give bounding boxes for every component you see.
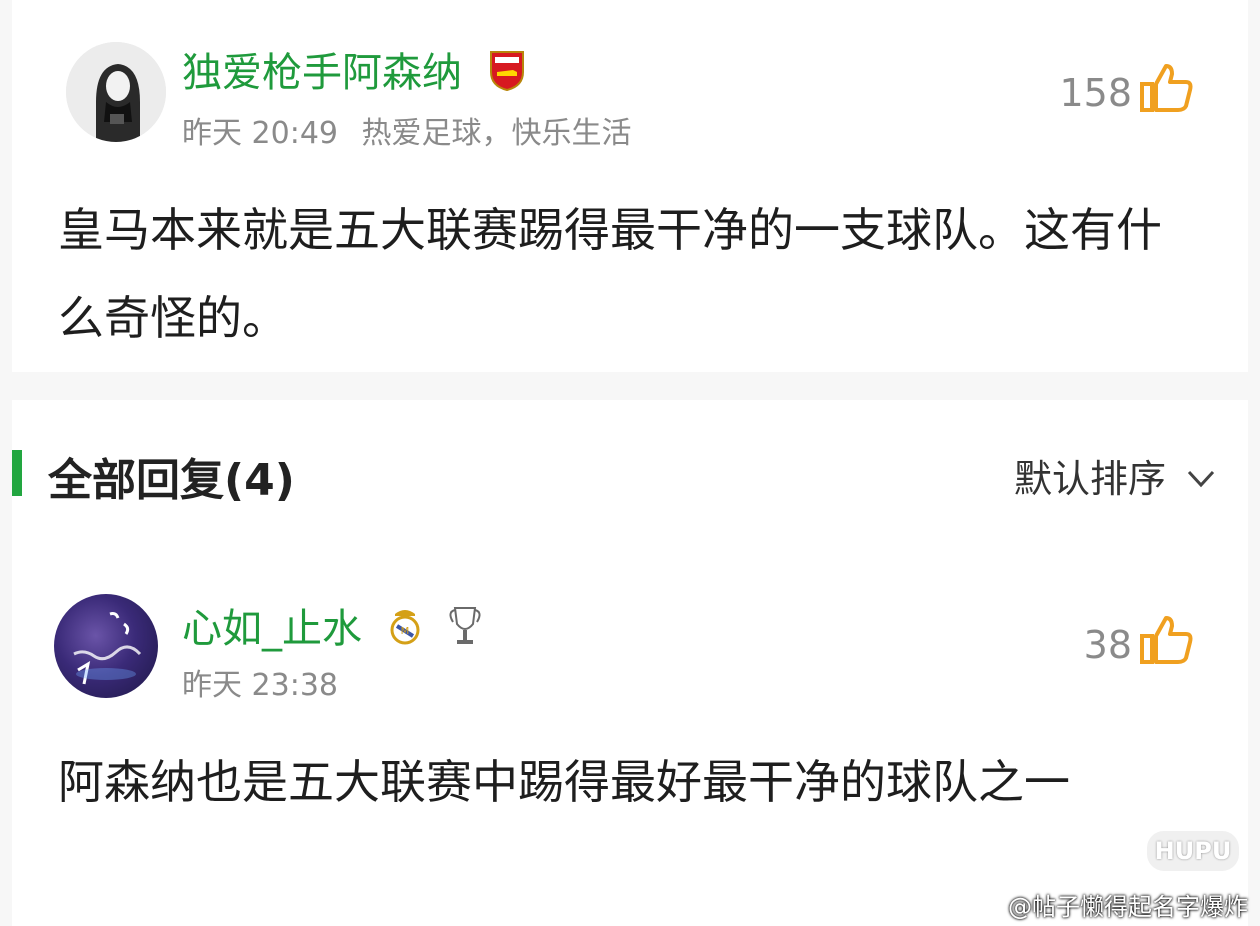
top-comment-username[interactable]: 独爱枪手阿森纳 bbox=[182, 40, 527, 102]
reply-avatar[interactable] bbox=[54, 594, 158, 698]
top-comment-username-text: 独爱枪手阿森纳 bbox=[182, 50, 462, 96]
reply-content: 阿森纳也是五大联赛中踢得最好最干净的球队之一 bbox=[58, 755, 1070, 809]
reply-username[interactable]: 心如_止水 M bbox=[182, 596, 483, 658]
top-comment-content: 皇马本来就是五大联赛踢得最干净的一支球队。这有什么奇怪的。 bbox=[58, 203, 1162, 345]
reply-like-count: 38 bbox=[1083, 622, 1132, 667]
replies-title: 全部回复(4) bbox=[48, 455, 295, 506]
top-comment-like-button[interactable]: 158 bbox=[1059, 60, 1194, 125]
real-madrid-crest-icon: M bbox=[387, 606, 423, 656]
reply-time: 昨天 23:38 bbox=[182, 668, 338, 703]
hooded-figure-icon bbox=[66, 42, 166, 142]
top-comment-like-count: 158 bbox=[1059, 70, 1132, 115]
top-comment-avatar[interactable] bbox=[66, 42, 166, 142]
section-accent-bar bbox=[12, 450, 22, 496]
thumbs-up-icon bbox=[1138, 612, 1194, 677]
arsenal-crest-icon bbox=[487, 48, 527, 102]
sort-dropdown[interactable]: 默认排序 bbox=[1014, 448, 1216, 503]
hupu-logo: HUPU bbox=[1144, 828, 1242, 874]
calligraphy-avatar-icon bbox=[73, 612, 142, 685]
reply-username-text: 心如_止水 bbox=[182, 606, 362, 652]
reply-like-button[interactable]: 38 bbox=[1084, 612, 1194, 677]
svg-text:M: M bbox=[400, 626, 409, 637]
top-comment-time: 昨天 20:49 bbox=[182, 116, 338, 151]
watermark-text: @帖子懒得起名字爆炸 bbox=[1008, 893, 1248, 921]
champions-trophy-icon bbox=[447, 604, 483, 658]
sort-label: 默认排序 bbox=[1013, 457, 1166, 501]
thumbs-up-icon bbox=[1138, 60, 1194, 125]
top-comment-meta: 昨天 20:49 热爱足球，快乐生活 bbox=[182, 108, 632, 152]
chevron-down-icon bbox=[1186, 454, 1216, 498]
top-comment-tagline: 热爱足球，快乐生活 bbox=[361, 116, 632, 151]
